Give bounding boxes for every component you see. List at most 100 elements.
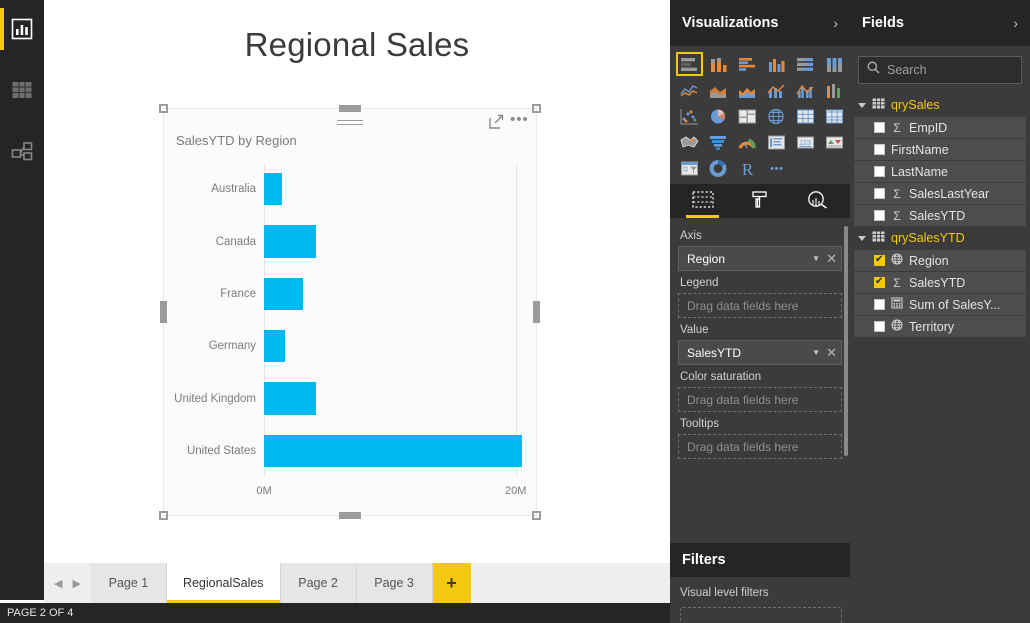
field-checkbox[interactable] bbox=[874, 210, 885, 221]
stacked-area-chart-icon[interactable] bbox=[734, 78, 761, 102]
line-chart-icon[interactable] bbox=[676, 78, 703, 102]
visual-level-filters-dropzone[interactable] bbox=[680, 607, 842, 623]
chart-bar[interactable] bbox=[264, 329, 286, 363]
stacked-column-chart-icon[interactable] bbox=[705, 52, 732, 76]
r-script-visual-icon[interactable]: R bbox=[734, 156, 761, 180]
resize-handle-right[interactable] bbox=[533, 301, 540, 323]
field-row[interactable]: Sum of SalesY... bbox=[854, 294, 1026, 315]
100-percent-stacked-bar-chart-icon[interactable] bbox=[792, 52, 819, 76]
page-title: Regional Sales bbox=[244, 26, 470, 63]
resize-handle-bottom[interactable] bbox=[339, 512, 361, 519]
rail-item-data-view[interactable] bbox=[0, 69, 44, 111]
field-row[interactable]: Σ EmpID bbox=[854, 117, 1026, 138]
funnel-chart-icon[interactable] bbox=[705, 130, 732, 154]
resize-handle-tl[interactable] bbox=[159, 104, 168, 113]
donut-chart-icon[interactable] bbox=[705, 156, 732, 180]
resize-handle-bl[interactable] bbox=[159, 511, 168, 520]
treemap-icon[interactable] bbox=[734, 104, 761, 128]
search-input[interactable]: Search bbox=[858, 56, 1022, 84]
remove-field-icon[interactable]: ✕ bbox=[826, 345, 837, 361]
table-icon[interactable] bbox=[792, 104, 819, 128]
page-tab[interactable]: Page 1 bbox=[90, 563, 167, 603]
field-checkbox[interactable] bbox=[874, 275, 885, 288]
slicer-icon[interactable] bbox=[676, 156, 703, 180]
filled-map-icon[interactable] bbox=[676, 130, 703, 154]
search-wrapper: Search bbox=[850, 46, 1030, 94]
line-and-clustered-column-chart-icon[interactable] bbox=[792, 78, 819, 102]
field-row[interactable]: Σ SalesYTD bbox=[854, 272, 1026, 293]
matrix-icon[interactable] bbox=[821, 104, 848, 128]
chart-bar[interactable] bbox=[264, 382, 316, 415]
field-checkbox[interactable] bbox=[874, 321, 885, 332]
chart-bar[interactable] bbox=[264, 172, 282, 206]
rail-item-relationships-view[interactable] bbox=[0, 130, 44, 172]
100-percent-stacked-column-chart-icon[interactable] bbox=[821, 52, 848, 76]
more-options-icon[interactable]: ••• bbox=[510, 112, 528, 129]
line-and-stacked-column-chart-icon[interactable] bbox=[763, 78, 790, 102]
field-checkbox[interactable] bbox=[874, 166, 885, 177]
gauge-chart-icon[interactable] bbox=[734, 130, 761, 154]
focus-mode-icon[interactable] bbox=[489, 114, 504, 129]
expand-triangle-icon[interactable] bbox=[858, 102, 866, 108]
add-page-button[interactable]: + bbox=[432, 563, 471, 603]
well-dropzone[interactable]: Drag data fields here bbox=[678, 387, 842, 412]
chevron-right-icon[interactable]: › bbox=[833, 15, 838, 31]
field-checkbox[interactable] bbox=[874, 144, 885, 155]
resize-handle-br[interactable] bbox=[532, 511, 541, 520]
card-icon[interactable]: 123 bbox=[792, 130, 819, 154]
multi-row-card-icon[interactable] bbox=[763, 130, 790, 154]
page-tab[interactable]: Page 3 bbox=[356, 563, 433, 603]
pie-chart-icon[interactable] bbox=[705, 104, 732, 128]
well-dropzone[interactable]: Region ▼ ✕ bbox=[678, 246, 842, 271]
field-row[interactable]: Σ SalesLastYear bbox=[854, 183, 1026, 204]
ribbon-chart-icon[interactable] bbox=[821, 78, 848, 102]
page-tab[interactable]: RegionalSales bbox=[166, 563, 281, 603]
clustered-bar-chart-icon[interactable] bbox=[734, 52, 761, 76]
field-row[interactable]: Region bbox=[854, 250, 1026, 271]
resize-handle-tr[interactable] bbox=[532, 104, 541, 113]
clustered-column-chart-icon[interactable] bbox=[763, 52, 790, 76]
resize-handle-top[interactable] bbox=[339, 105, 361, 112]
field-row[interactable]: LastName bbox=[854, 161, 1026, 182]
prev-page-arrow[interactable]: ◀ bbox=[54, 577, 62, 590]
chevron-right-icon[interactable]: › bbox=[1013, 15, 1018, 31]
bar-chart[interactable]: 0M 20M Australia Canada France Germany United … bbox=[164, 155, 538, 517]
well-dropzone[interactable]: Drag data fields here bbox=[678, 293, 842, 318]
field-row[interactable]: Territory bbox=[854, 316, 1026, 337]
scatter-chart-icon[interactable] bbox=[676, 104, 703, 128]
stacked-bar-chart-icon[interactable] bbox=[676, 52, 703, 76]
wells-scrollbar[interactable] bbox=[844, 226, 848, 456]
analytics-tab[interactable] bbox=[789, 186, 846, 218]
field-checkbox[interactable] bbox=[874, 188, 885, 199]
well-dropzone[interactable]: SalesYTD ▼ ✕ bbox=[678, 340, 842, 365]
field-checkbox[interactable] bbox=[874, 122, 885, 133]
chart-bar[interactable] bbox=[264, 277, 303, 311]
more-visuals-icon[interactable] bbox=[763, 156, 790, 180]
remove-field-icon[interactable]: ✕ bbox=[826, 251, 837, 267]
map-icon[interactable] bbox=[763, 104, 790, 128]
fields-table-row[interactable]: qrySalesYTD bbox=[854, 227, 1026, 249]
resize-handle-left[interactable] bbox=[160, 301, 167, 323]
report-canvas[interactable]: Regional Sales ••• SalesYTD by Region 0M… bbox=[44, 0, 670, 563]
expand-triangle-icon[interactable] bbox=[858, 235, 866, 241]
field-row[interactable]: Σ SalesYTD bbox=[854, 205, 1026, 226]
rail-item-report-view[interactable] bbox=[0, 8, 44, 50]
page-tab[interactable]: Page 2 bbox=[280, 563, 357, 603]
visual-container[interactable]: ••• SalesYTD by Region 0M 20M Australia Can… bbox=[159, 104, 541, 520]
well-dropzone[interactable]: Drag data fields here bbox=[678, 434, 842, 459]
chart-bar[interactable] bbox=[264, 225, 316, 258]
next-page-arrow[interactable]: ▶ bbox=[72, 577, 80, 590]
drag-grip-icon[interactable] bbox=[337, 120, 363, 128]
fields-table-row[interactable]: qrySales bbox=[854, 94, 1026, 116]
chevron-down-icon[interactable]: ▼ bbox=[812, 254, 820, 263]
fields-tab[interactable] bbox=[674, 186, 731, 218]
kpi-icon[interactable] bbox=[821, 130, 848, 154]
format-tab[interactable] bbox=[731, 186, 788, 218]
chart-bar[interactable] bbox=[264, 434, 522, 468]
area-chart-icon[interactable] bbox=[705, 78, 732, 102]
chevron-down-icon[interactable]: ▼ bbox=[812, 348, 820, 357]
field-checkbox[interactable] bbox=[874, 253, 885, 266]
field-checkbox[interactable] bbox=[874, 299, 885, 310]
field-name: SalesYTD bbox=[909, 275, 966, 290]
field-row[interactable]: FirstName bbox=[854, 139, 1026, 160]
